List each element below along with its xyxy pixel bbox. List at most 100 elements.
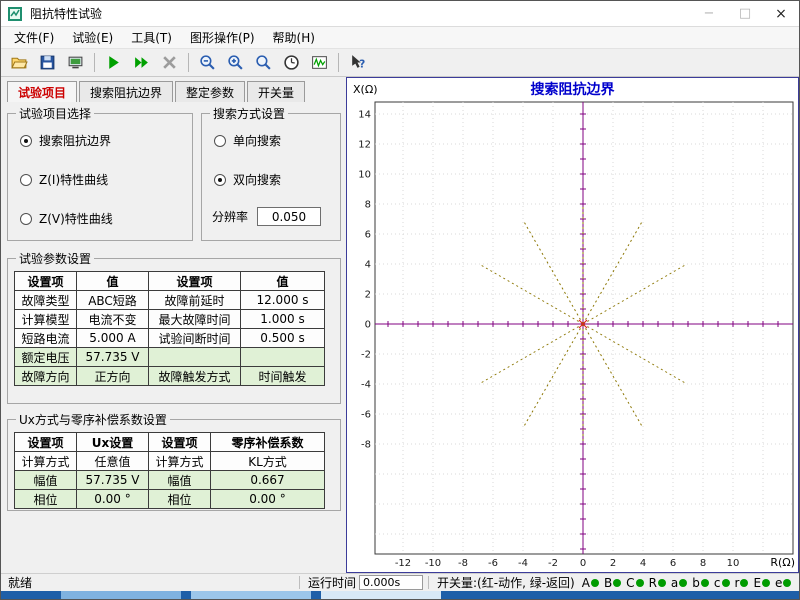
svg-text:-2: -2: [548, 558, 558, 569]
tab[interactable]: 开关量: [247, 81, 305, 102]
tab[interactable]: 试验项目: [7, 81, 77, 102]
menu-item[interactable]: 工具(T): [122, 27, 181, 49]
window-title: 阻抗特性试验: [30, 5, 102, 22]
radio-option[interactable]: 搜索阻抗边界: [14, 133, 186, 148]
taskbar-button[interactable]: [321, 591, 441, 599]
menu-item[interactable]: 图形操作(P): [181, 27, 264, 49]
table-row: 计算模型电流不变最大故障时间1.000 s: [15, 310, 325, 329]
taskbar-button[interactable]: [61, 591, 181, 599]
search-options: 单向搜索双向搜索: [208, 123, 334, 187]
status-dot: [783, 579, 791, 587]
radio-label: Z(V)特性曲线: [39, 210, 113, 227]
minimize-button[interactable]: −: [691, 1, 727, 27]
table-cell[interactable]: 相位: [149, 490, 211, 509]
radio-icon: [20, 174, 32, 186]
table-cell[interactable]: 正方向: [77, 367, 149, 386]
menu-item[interactable]: 帮助(H): [264, 27, 324, 49]
statusbar-divider: [428, 576, 429, 589]
table-cell[interactable]: 5.000 A: [77, 329, 149, 348]
table-cell[interactable]: 试验间断时间: [149, 329, 241, 348]
radio-option[interactable]: 双向搜索: [208, 172, 334, 187]
context-help-button[interactable]: ?: [344, 51, 371, 75]
svg-text:8: 8: [700, 558, 706, 569]
menu-item[interactable]: 文件(F): [5, 27, 63, 49]
start-test-button[interactable]: [100, 51, 127, 75]
table-cell[interactable]: 计算方式: [15, 452, 77, 471]
chart-header: X(Ω) 搜索阻抗边界: [347, 78, 798, 100]
table-cell[interactable]: [149, 348, 241, 367]
table-cell[interactable]: 1.000 s: [241, 310, 325, 329]
table-cell[interactable]: 额定电压: [15, 348, 77, 367]
taskbar-button[interactable]: [191, 591, 311, 599]
timer-button[interactable]: [278, 51, 305, 75]
tab[interactable]: 整定参数: [175, 81, 245, 102]
switch-legend: 开关量:(红-动作, 绿-返回): [434, 574, 578, 591]
table-cell[interactable]: 57.735 V: [77, 471, 149, 490]
impedance-chart[interactable]: -12-10-8-6-4-2024681014121086420-2-4-6-8…: [347, 100, 796, 572]
project-options: 搜索阻抗边界 Z(I)特性曲线 Z(V)特性曲线: [14, 123, 186, 226]
svg-text:-6: -6: [361, 410, 371, 421]
save-file-button[interactable]: [34, 51, 61, 75]
project-group-title: 试验项目选择: [16, 105, 94, 122]
svg-text:10: 10: [727, 558, 740, 569]
clock-icon: [283, 54, 300, 71]
open-file-button[interactable]: [6, 51, 33, 75]
table-cell[interactable]: 计算模型: [15, 310, 77, 329]
fast-forward-icon: [133, 54, 150, 71]
table-cell[interactable]: 0.667: [211, 471, 325, 490]
table-cell[interactable]: 幅值: [149, 471, 211, 490]
table-cell[interactable]: 电流不变: [77, 310, 149, 329]
close-button[interactable]: ×: [763, 1, 799, 27]
svg-text:-6: -6: [488, 558, 498, 569]
table-cell[interactable]: 时间触发: [241, 367, 325, 386]
resolution-input[interactable]: [257, 207, 321, 226]
toolbar-separator: [188, 53, 189, 72]
svg-text:-8: -8: [361, 440, 371, 451]
column-header: 值: [77, 272, 149, 291]
table-cell[interactable]: 12.000 s: [241, 291, 325, 310]
table-cell[interactable]: 故障类型: [15, 291, 77, 310]
table-cell[interactable]: 相位: [15, 490, 77, 509]
app-icon: [7, 6, 23, 22]
radio-option[interactable]: 单向搜索: [208, 133, 334, 148]
zoom-reset-button[interactable]: [250, 51, 277, 75]
print-preview-button[interactable]: [62, 51, 89, 75]
start-all-test-button[interactable]: [128, 51, 155, 75]
table-cell[interactable]: 最大故障时间: [149, 310, 241, 329]
ux-table: 设置项Ux设置设置项零序补偿系数计算方式任意值计算方式KL方式幅值57.735 …: [14, 432, 325, 509]
table-cell[interactable]: 短路电流: [15, 329, 77, 348]
menu-item[interactable]: 试验(E): [63, 27, 122, 49]
title-bar: 阻抗特性试验 − □ ×: [1, 1, 799, 27]
stop-test-button[interactable]: [156, 51, 183, 75]
zoom-out-button[interactable]: [194, 51, 221, 75]
maximize-button[interactable]: □: [727, 1, 763, 27]
taskbar[interactable]: [1, 591, 799, 599]
column-header: 零序补偿系数: [211, 433, 325, 452]
switch-indicator: A: [582, 576, 599, 590]
svg-text:4: 4: [365, 260, 371, 271]
menu-bar: 文件(F)试验(E)工具(T)图形操作(P)帮助(H): [1, 27, 799, 49]
table-cell[interactable]: 57.735 V: [77, 348, 149, 367]
table-cell[interactable]: 故障方向: [15, 367, 77, 386]
table-cell[interactable]: ABC短路: [77, 291, 149, 310]
svg-text:10: 10: [358, 170, 371, 181]
tab[interactable]: 搜索阻抗边界: [79, 81, 173, 102]
waveform-button[interactable]: [306, 51, 333, 75]
zoom-in-button[interactable]: [222, 51, 249, 75]
table-cell[interactable]: 0.00 °: [77, 490, 149, 509]
table-cell[interactable]: 计算方式: [149, 452, 211, 471]
table-cell[interactable]: 0.00 °: [211, 490, 325, 509]
radio-option[interactable]: Z(I)特性曲线: [14, 172, 186, 187]
search-group-title: 搜索方式设置: [210, 105, 288, 122]
left-panel: 试验项目搜索阻抗边界整定参数开关量 试验项目选择 搜索阻抗边界Z(I)特性曲线Z…: [1, 77, 346, 573]
table-cell[interactable]: 任意值: [77, 452, 149, 471]
table-cell[interactable]: 故障前延时: [149, 291, 241, 310]
table-cell[interactable]: 故障触发方式: [149, 367, 241, 386]
play-icon: [105, 54, 122, 71]
table-cell[interactable]: [241, 348, 325, 367]
switch-indicator: C: [626, 576, 643, 590]
table-cell[interactable]: 幅值: [15, 471, 77, 490]
table-cell[interactable]: 0.500 s: [241, 329, 325, 348]
radio-option[interactable]: Z(V)特性曲线: [14, 211, 186, 226]
table-cell[interactable]: KL方式: [211, 452, 325, 471]
